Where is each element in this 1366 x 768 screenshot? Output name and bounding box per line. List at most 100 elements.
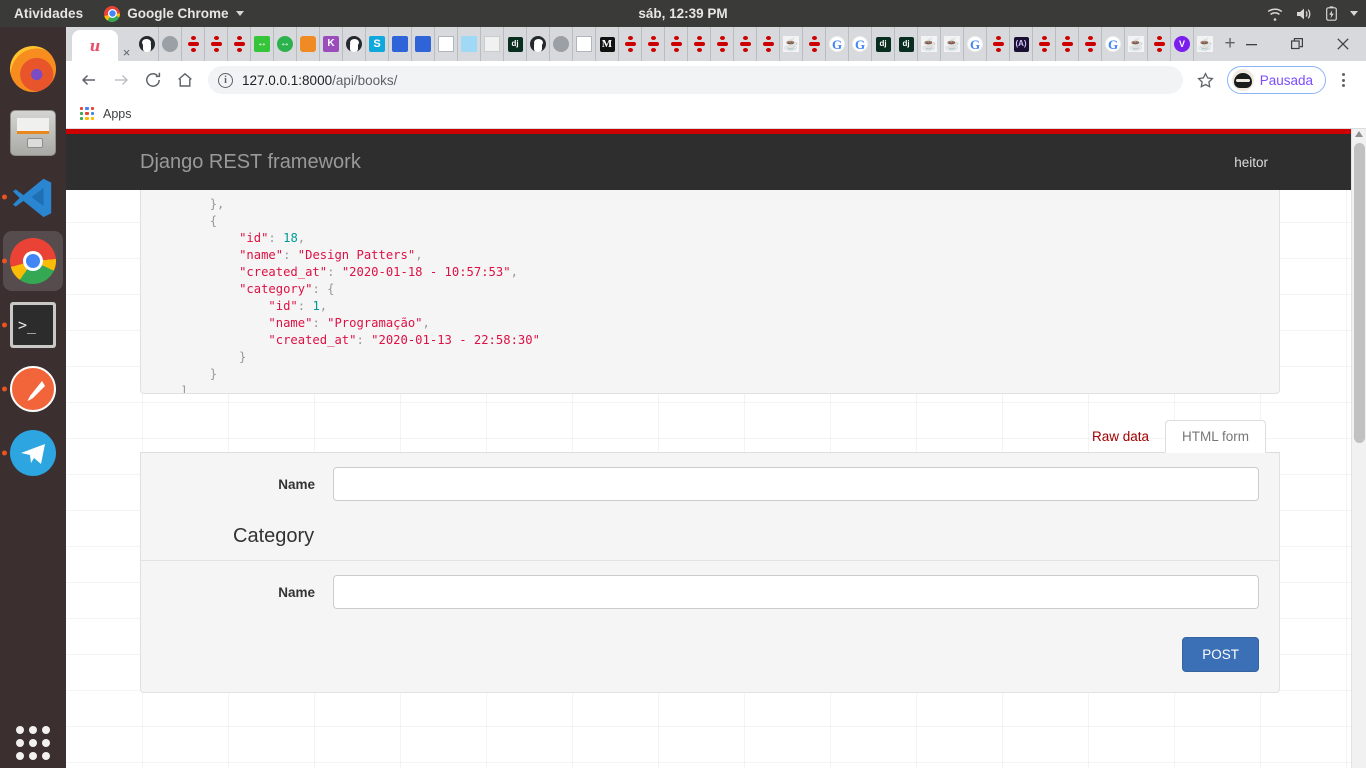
pinned-tab-cube[interactable] — [480, 27, 503, 61]
pinned-tab-rails[interactable] — [756, 27, 779, 61]
pinned-tab-github[interactable] — [135, 27, 158, 61]
pinned-tab-vuetify[interactable]: V — [1170, 27, 1193, 61]
reload-button[interactable] — [138, 65, 168, 95]
pinned-tab-globe[interactable] — [549, 27, 572, 61]
pinned-tab-django[interactable]: dj — [503, 27, 526, 61]
pinned-tab-rails[interactable] — [227, 27, 250, 61]
pinned-tab-github[interactable] — [526, 27, 549, 61]
dock-item-vscode[interactable] — [0, 165, 66, 229]
tab-html-form[interactable]: HTML form — [1165, 420, 1266, 453]
show-applications-button[interactable] — [0, 726, 66, 760]
pinned-tab-medium[interactable]: M — [595, 27, 618, 61]
running-indicator — [2, 450, 7, 456]
pinned-tab-circle-green[interactable]: ↔ — [273, 27, 296, 61]
close-button[interactable] — [1320, 27, 1366, 61]
dock-item-postman[interactable] — [0, 357, 66, 421]
label-name: Name — [278, 476, 315, 492]
pinned-tab-github[interactable] — [342, 27, 365, 61]
pinned-tab-angular[interactable]: (A) — [1009, 27, 1032, 61]
web-page: Django REST framework heitor }, { "id": … — [66, 129, 1366, 768]
forward-button[interactable] — [106, 65, 136, 95]
pinned-tab-skype[interactable]: S — [365, 27, 388, 61]
system-tray[interactable] — [1267, 6, 1358, 21]
maximize-restore-button[interactable] — [1274, 27, 1320, 61]
pinned-tab-java[interactable]: ☕ — [779, 27, 802, 61]
drf-navbar: Django REST framework heitor — [66, 134, 1366, 190]
pinned-tab-rails[interactable] — [802, 27, 825, 61]
pinned-tab-rails[interactable] — [618, 27, 641, 61]
pinned-tab-rails[interactable] — [204, 27, 227, 61]
pinned-tab-rails[interactable] — [710, 27, 733, 61]
pinned-tab-flag[interactable] — [411, 27, 434, 61]
pinned-tab-box[interactable] — [296, 27, 319, 61]
address-bar[interactable]: i 127.0.0.1:8000/api/books/ — [208, 66, 1183, 94]
pinned-tab-django[interactable]: dj — [871, 27, 894, 61]
scrollbar-thumb[interactable] — [1354, 143, 1365, 443]
browser-tab-strip: u × ↔ ↔ K S dj M ☕ G G dj dj ☕ ☕ G (A) G… — [66, 27, 1366, 61]
pinned-tab-django[interactable]: dj — [894, 27, 917, 61]
dock-item-google-chrome[interactable] — [0, 229, 66, 293]
pinned-tab-rails[interactable] — [986, 27, 1009, 61]
post-button[interactable]: POST — [1182, 637, 1259, 672]
dock-item-firefox[interactable] — [0, 37, 66, 101]
ubuntu-dock: >_ — [0, 27, 66, 768]
page-body: }, { "id": 18, "name": "Design Patters",… — [66, 190, 1366, 768]
chrome-menu-button[interactable] — [1328, 65, 1358, 95]
pinned-tab-rails[interactable] — [181, 27, 204, 61]
browser-tab-active[interactable]: u — [72, 30, 118, 61]
dock-item-terminal[interactable]: >_ — [0, 293, 66, 357]
window-controls — [1228, 27, 1366, 61]
pinned-tab-cloud[interactable] — [457, 27, 480, 61]
drf-brand[interactable]: Django REST framework — [140, 151, 361, 174]
pinned-tab-rails[interactable] — [664, 27, 687, 61]
pinned-tab-rails[interactable] — [733, 27, 756, 61]
pinned-tab-rails[interactable] — [1078, 27, 1101, 61]
files-icon — [10, 110, 56, 156]
pinned-tab-flag[interactable] — [388, 27, 411, 61]
pinned-tab-sheet[interactable] — [434, 27, 457, 61]
bookmarks-bar: Apps — [66, 99, 1366, 129]
pinned-tab-sheet[interactable] — [572, 27, 595, 61]
pinned-tab-google[interactable]: G — [825, 27, 848, 61]
pinned-tab-java[interactable]: ☕ — [1124, 27, 1147, 61]
home-button[interactable] — [170, 65, 200, 95]
current-app-menu[interactable]: Google Chrome — [96, 5, 251, 22]
pinned-tab-google[interactable]: G — [963, 27, 986, 61]
minimize-button[interactable] — [1228, 27, 1274, 61]
html-form-panel: Name Category Name POST — [140, 453, 1280, 693]
firefox-icon — [10, 46, 56, 92]
bookmark-apps[interactable]: Apps — [103, 107, 132, 121]
pinned-tab-java[interactable]: ☕ — [940, 27, 963, 61]
page-scrollbar[interactable] — [1351, 129, 1366, 768]
pinned-tab-purple[interactable]: K — [319, 27, 342, 61]
drf-username[interactable]: heitor — [1234, 155, 1268, 170]
pinned-tab-rails[interactable] — [1147, 27, 1170, 61]
pinned-tab-java[interactable]: ☕ — [1193, 27, 1216, 61]
tab-raw-data[interactable]: Raw data — [1076, 421, 1165, 452]
dock-item-files[interactable] — [0, 101, 66, 165]
pinned-tab-google[interactable]: G — [1101, 27, 1124, 61]
chrome-logo-icon — [104, 5, 121, 22]
pinned-tab-rails[interactable] — [687, 27, 710, 61]
back-button[interactable] — [74, 65, 104, 95]
profile-button[interactable]: Pausada — [1226, 66, 1326, 94]
pinned-tab-rails[interactable] — [1032, 27, 1055, 61]
category-name-input[interactable] — [333, 575, 1259, 609]
dock-item-telegram[interactable] — [0, 421, 66, 485]
activities-button[interactable]: Atividades — [0, 6, 96, 21]
url-text: 127.0.0.1:8000/api/books/ — [242, 73, 397, 88]
tray-chevron-down-icon[interactable] — [1350, 11, 1358, 16]
site-info-icon[interactable]: i — [218, 72, 233, 88]
tab-close-icon[interactable]: × — [118, 44, 135, 61]
pinned-tab-java[interactable]: ☕ — [917, 27, 940, 61]
pinned-tab-google[interactable]: G — [848, 27, 871, 61]
google-chrome-icon — [10, 238, 56, 284]
pinned-tab-rails[interactable] — [641, 27, 664, 61]
pinned-tab-globe[interactable] — [158, 27, 181, 61]
bookmark-star-button[interactable] — [1191, 65, 1221, 95]
name-input[interactable] — [333, 467, 1259, 501]
vscode-icon — [12, 178, 52, 218]
pinned-tab-rails[interactable] — [1055, 27, 1078, 61]
pinned-tab-bracket[interactable]: ↔ — [250, 27, 273, 61]
scroll-up-arrow-icon[interactable] — [1355, 131, 1363, 137]
